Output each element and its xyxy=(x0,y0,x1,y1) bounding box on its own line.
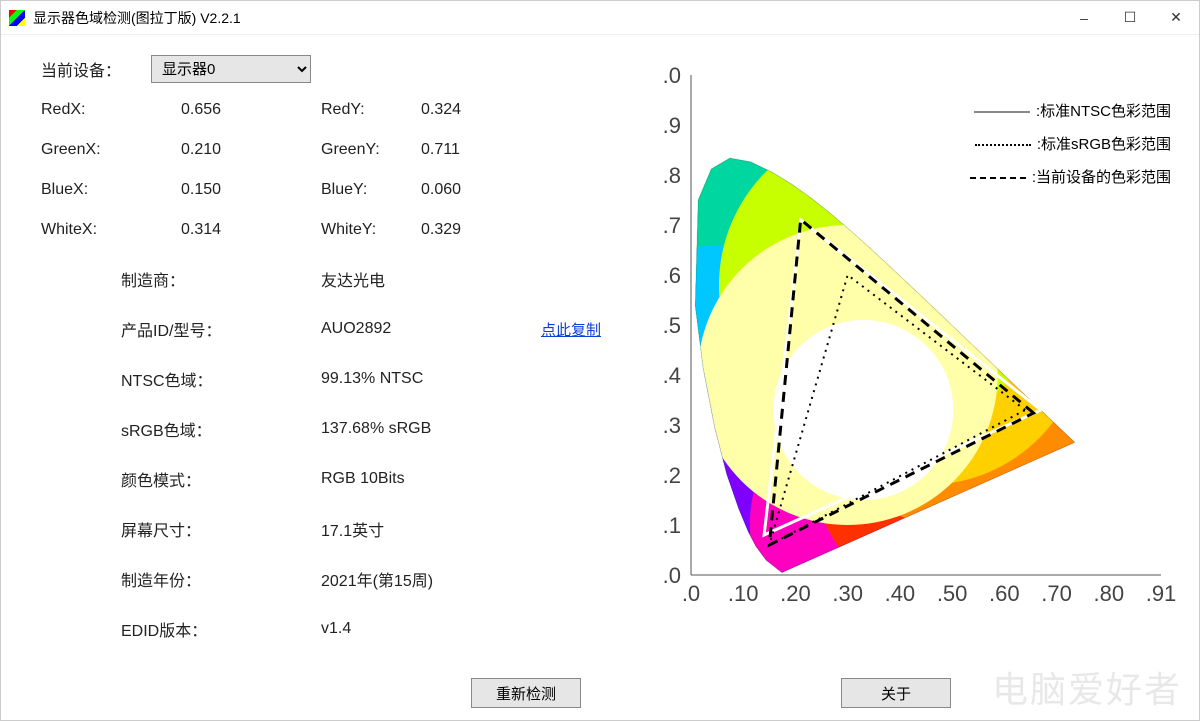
ntsc-value: 99.13% NTSC xyxy=(321,370,541,388)
redx-label: RedX: xyxy=(41,101,181,119)
left-panel: 当前设备： 显示器0 RedX: 0.656 RedY: 0.324 Green… xyxy=(41,55,641,670)
legend-ntsc: :标准NTSC色彩范围 xyxy=(970,95,1171,128)
svg-text:.50: .50 xyxy=(937,581,968,606)
maximize-button[interactable]: ☐ xyxy=(1107,1,1153,35)
legend-device-text: :当前设备的色彩范围 xyxy=(1032,161,1171,194)
ntsc-label: NTSC色域： xyxy=(121,367,321,391)
svg-text:.3: .3 xyxy=(663,413,681,438)
svg-text:.70: .70 xyxy=(1041,581,1072,606)
close-button[interactable]: ✕ xyxy=(1153,1,1199,35)
window-title: 显示器色域检测(图拉丁版) V2.2.1 xyxy=(33,8,241,28)
bluex-value: 0.150 xyxy=(181,181,321,199)
svg-text:.4: .4 xyxy=(663,363,681,388)
legend-line-solid-icon xyxy=(974,111,1030,113)
manufacturer-label: 制造商： xyxy=(121,267,321,291)
size-value: 17.1英寸 xyxy=(321,517,541,541)
redetect-button[interactable]: 重新检测 xyxy=(471,678,581,708)
chromaticity-grid: RedX: 0.656 RedY: 0.324 GreenX: 0.210 Gr… xyxy=(41,101,641,239)
svg-text:.30: .30 xyxy=(832,581,863,606)
redx-value: 0.656 xyxy=(181,101,321,119)
legend-line-dashed-icon xyxy=(970,177,1026,179)
cie-chart: .0.1.2.3.4.5.6.7.8.9.0.0.10.20.30.40.50.… xyxy=(641,55,1181,615)
greenx-label: GreenX: xyxy=(41,141,181,159)
mfgdate-label: 制造年份： xyxy=(121,567,321,591)
svg-text:.0: .0 xyxy=(663,563,681,588)
legend-srgb: :标准sRGB色彩范围 xyxy=(970,128,1171,161)
titlebar: 显示器色域检测(图拉丁版) V2.2.1 – ☐ ✕ xyxy=(1,1,1199,35)
bluex-label: BlueX: xyxy=(41,181,181,199)
greenx-value: 0.210 xyxy=(181,141,321,159)
bluey-label: BlueY: xyxy=(321,181,421,199)
device-label: 当前设备： xyxy=(41,57,151,81)
right-panel: .0.1.2.3.4.5.6.7.8.9.0.0.10.20.30.40.50.… xyxy=(641,55,1181,670)
size-label: 屏幕尺寸： xyxy=(121,517,321,541)
window-controls: – ☐ ✕ xyxy=(1061,1,1199,35)
svg-text:.7: .7 xyxy=(663,213,681,238)
svg-text:.10: .10 xyxy=(728,581,759,606)
svg-text:.6: .6 xyxy=(663,263,681,288)
whitey-label: WhiteY: xyxy=(321,221,421,239)
legend-ntsc-text: :标准NTSC色彩范围 xyxy=(1036,95,1171,128)
about-button[interactable]: 关于 xyxy=(841,678,951,708)
manufacturer-value: 友达光电 xyxy=(321,267,541,291)
svg-text:.80: .80 xyxy=(1093,581,1124,606)
app-window: 显示器色域检测(图拉丁版) V2.2.1 – ☐ ✕ 当前设备： 显示器0 Re… xyxy=(0,0,1200,721)
legend-srgb-text: :标准sRGB色彩范围 xyxy=(1037,128,1171,161)
mfgdate-value: 2021年(第15周) xyxy=(321,567,541,591)
svg-text:.1: .1 xyxy=(663,513,681,538)
edid-label: EDID版本： xyxy=(121,617,321,641)
legend: :标准NTSC色彩范围 :标准sRGB色彩范围 :当前设备的色彩范围 xyxy=(968,91,1173,198)
srgb-value: 137.68% sRGB xyxy=(321,420,541,438)
buttons-row: 重新检测 关于 xyxy=(41,678,1181,708)
redy-value: 0.324 xyxy=(421,101,561,119)
svg-text:.91: .91 xyxy=(1146,581,1177,606)
colormode-value: RGB 10Bits xyxy=(321,470,541,488)
svg-text:.8: .8 xyxy=(663,163,681,188)
srgb-label: sRGB色域： xyxy=(121,417,321,441)
minimize-button[interactable]: – xyxy=(1061,1,1107,35)
bluey-value: 0.060 xyxy=(421,181,561,199)
svg-text:.0: .0 xyxy=(663,63,681,88)
svg-text:.0: .0 xyxy=(682,581,700,606)
device-row: 当前设备： 显示器0 xyxy=(41,55,641,83)
edid-value: v1.4 xyxy=(321,620,541,638)
svg-text:.5: .5 xyxy=(663,313,681,338)
svg-text:.40: .40 xyxy=(885,581,916,606)
colormode-label: 颜色模式： xyxy=(121,467,321,491)
product-value: AUO2892 xyxy=(321,320,541,338)
product-label: 产品ID/型号： xyxy=(121,317,321,341)
svg-text:.20: .20 xyxy=(780,581,811,606)
legend-device: :当前设备的色彩范围 xyxy=(970,161,1171,194)
info-grid: 制造商： 友达光电 产品ID/型号： AUO2892 点此复制 NTSC色域： … xyxy=(121,267,641,641)
greeny-label: GreenY: xyxy=(321,141,421,159)
copy-link[interactable]: 点此复制 xyxy=(541,319,641,340)
legend-line-dotted-icon xyxy=(975,144,1031,146)
whitex-value: 0.314 xyxy=(181,221,321,239)
svg-text:.9: .9 xyxy=(663,113,681,138)
whitey-value: 0.329 xyxy=(421,221,561,239)
redy-label: RedY: xyxy=(321,101,421,119)
svg-text:.60: .60 xyxy=(989,581,1020,606)
content-area: 当前设备： 显示器0 RedX: 0.656 RedY: 0.324 Green… xyxy=(1,35,1199,720)
device-select[interactable]: 显示器0 xyxy=(151,55,311,83)
app-icon xyxy=(9,10,25,26)
greeny-value: 0.711 xyxy=(421,141,561,159)
whitex-label: WhiteX: xyxy=(41,221,181,239)
svg-text:.2: .2 xyxy=(663,463,681,488)
